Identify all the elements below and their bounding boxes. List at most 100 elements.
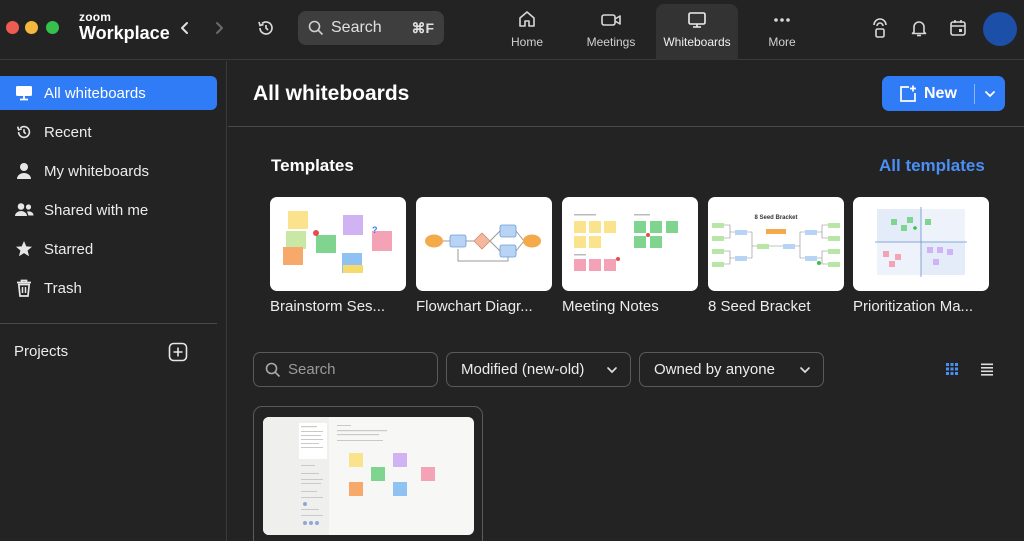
plus-square-icon (168, 342, 188, 362)
sidebar-item-label: Starred (44, 240, 94, 258)
flowchart-preview (425, 224, 541, 262)
window-maximize-button[interactable] (46, 21, 59, 34)
calendar-icon (950, 20, 966, 36)
tab-meetings-label: Meetings (586, 35, 636, 49)
clock-history-icon (258, 21, 273, 35)
sort-value: Modified (new-old) (461, 361, 585, 378)
notifications-button[interactable] (908, 17, 930, 39)
search-shortcut: ⌘F (411, 19, 434, 36)
template-name: Brainstorm Ses... (270, 298, 386, 315)
window-close-button[interactable] (6, 21, 19, 34)
sidebar-divider (0, 323, 217, 324)
tab-home[interactable]: Home (498, 4, 556, 60)
tab-whiteboards-label: Whiteboards (663, 35, 731, 49)
template-thumbnail: ? (270, 197, 406, 291)
all-templates-link[interactable]: All templates (879, 156, 985, 176)
template-card-brainstorm[interactable]: ? Brainstorm Ses... (270, 197, 406, 315)
tab-more-label: More (768, 35, 796, 49)
people-icon (14, 200, 34, 220)
sort-dropdown[interactable]: Modified (new-old) (446, 352, 631, 387)
app-logo: zoom Workplace (79, 11, 170, 42)
sidebar-item-label: Recent (44, 123, 92, 141)
new-button-label: New (924, 84, 957, 102)
template-thumbnail (562, 197, 698, 291)
home-icon (519, 11, 535, 27)
chevron-left-icon (181, 22, 188, 34)
sidebar-item-all-whiteboards[interactable]: All whiteboards (0, 76, 217, 110)
whiteboard-search-input[interactable]: Search (253, 352, 438, 387)
tab-whiteboards[interactable]: Whiteboards (656, 4, 738, 60)
sidebar-item-starred[interactable]: Starred (0, 232, 217, 266)
template-card-prioritization-matrix[interactable]: Prioritization Ma... (853, 197, 989, 315)
list-view-button[interactable] (979, 361, 995, 377)
window-minimize-button[interactable] (25, 21, 38, 34)
sidebar-item-label: My whiteboards (44, 162, 150, 180)
matrix-preview (875, 207, 967, 277)
more-dots-icon (774, 18, 790, 22)
template-name: Meeting Notes (562, 298, 659, 315)
back-button[interactable] (175, 18, 195, 38)
global-search[interactable]: Search ⌘F (298, 11, 444, 45)
chevron-down-icon (800, 366, 810, 373)
search-icon (308, 20, 324, 36)
projects-label: Projects (14, 343, 69, 360)
templates-heading: Templates (271, 156, 354, 175)
clock-history-icon (14, 122, 34, 142)
video-camera-icon (601, 14, 621, 26)
chevron-right-icon (216, 22, 223, 34)
sidebar-item-recent[interactable]: Recent (0, 115, 217, 149)
tab-meetings[interactable]: Meetings (578, 4, 644, 60)
new-options-dropdown[interactable] (975, 76, 1005, 111)
chevron-down-icon (985, 90, 995, 97)
bracket-preview: 8 Seed Bracket (712, 215, 840, 267)
sidebar-item-shared-with-me[interactable]: Shared with me (0, 193, 217, 227)
chevron-down-icon (607, 366, 617, 373)
brainstorm-preview: ? (283, 211, 392, 273)
owner-dropdown[interactable]: Owned by anyone (639, 352, 824, 387)
main-content: All whiteboards New Templates All templa… (228, 61, 1024, 541)
header-divider (228, 126, 1024, 127)
whiteboard-card[interactable] (253, 406, 483, 541)
template-name: Flowchart Diagr... (416, 298, 533, 315)
meeting-notes-preview (574, 214, 678, 271)
list-view-icon (981, 363, 993, 376)
template-card-flowchart[interactable]: Flowchart Diagr... (416, 197, 552, 315)
tab-home-label: Home (510, 35, 543, 49)
forward-button[interactable] (209, 18, 229, 38)
calendar-button[interactable] (947, 17, 969, 39)
svg-text:?: ? (372, 225, 378, 235)
template-thumbnail (853, 197, 989, 291)
new-whiteboard-split-button: New (882, 76, 1005, 111)
history-button[interactable] (256, 18, 276, 38)
add-project-button[interactable] (168, 342, 188, 362)
template-thumbnail: 8 Seed Bracket (708, 197, 844, 291)
sidebar-item-trash[interactable]: Trash (0, 271, 217, 305)
owner-value: Owned by anyone (654, 361, 775, 378)
avatar[interactable] (983, 12, 1017, 46)
tab-more[interactable]: More (758, 4, 806, 60)
grid-view-button[interactable] (944, 361, 960, 377)
contact-center-button[interactable] (869, 17, 891, 39)
search-label: Search (331, 19, 382, 36)
top-bar: zoom Workplace Search ⌘F Home Meetings W… (0, 0, 1024, 60)
template-thumbnail (416, 197, 552, 291)
sidebar-item-label: Trash (44, 279, 82, 297)
page-title: All whiteboards (253, 82, 410, 105)
broadcast-icon (873, 18, 887, 38)
sidebar: All whiteboards Recent My whiteboards Sh… (0, 61, 227, 541)
bell-icon (911, 21, 927, 37)
new-whiteboard-button[interactable]: New (882, 76, 974, 111)
whiteboard-icon (14, 83, 34, 103)
brand-big: Workplace (79, 23, 170, 43)
sidebar-item-my-whiteboards[interactable]: My whiteboards (0, 154, 217, 188)
star-icon (14, 239, 34, 259)
trash-icon (14, 278, 34, 298)
search-icon (265, 362, 281, 377)
template-card-meeting-notes[interactable]: Meeting Notes (562, 197, 698, 315)
new-board-icon (900, 85, 916, 102)
bracket-thumb-title: 8 Seed Bracket (754, 215, 797, 221)
search-placeholder: Search (288, 361, 336, 378)
template-card-8-seed-bracket[interactable]: 8 Seed Bracket 8 Seed Bracket (708, 197, 844, 315)
grid-view-icon (946, 363, 958, 375)
whiteboard-icon (688, 12, 706, 28)
